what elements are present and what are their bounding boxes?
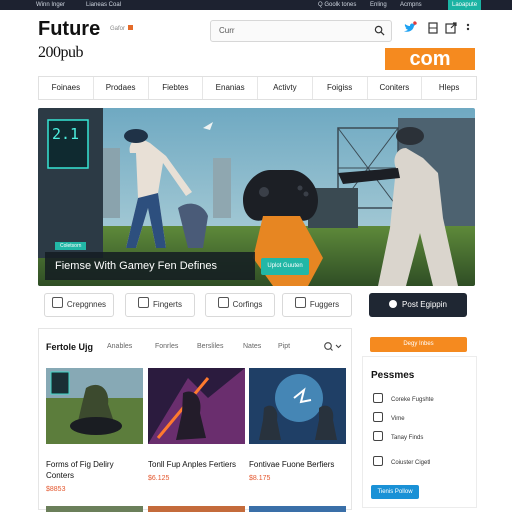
search-dropdown-icon[interactable]	[323, 341, 343, 352]
subnav-label-3: Corfings	[232, 300, 263, 309]
next-card-image-3[interactable]	[249, 506, 346, 512]
header-badge: Gafor	[110, 25, 134, 32]
twitter-icon[interactable]	[403, 21, 417, 35]
sidebar-item-label: Tanay Finds	[391, 435, 424, 441]
bookmark-icon[interactable]	[426, 21, 440, 35]
product-image-1[interactable]	[46, 368, 143, 444]
sidebar-item-label: Coreke Fugshte	[391, 397, 434, 403]
product-card-1[interactable]: Forms of Fig Deliry Conters $8853	[46, 368, 143, 498]
sidebar-item-icon	[373, 393, 383, 403]
products-tab-1[interactable]: Anables	[107, 343, 132, 350]
pen-icon	[138, 297, 150, 308]
hero-screen-text: 2.1	[52, 125, 80, 143]
topbar-link-2[interactable]: Lianeas Coal	[86, 0, 121, 10]
topbar-tag[interactable]: Laoapute	[448, 0, 482, 10]
sidebar-item-2[interactable]: Vime	[373, 412, 405, 422]
product-title-2[interactable]: Tonll Fup Anples Fertiers	[148, 459, 245, 470]
main-nav: Foinaes Prodaes Fiebtes Enanias Activty …	[38, 76, 477, 100]
product-price-1: $8853	[46, 486, 66, 493]
post-button-label: Post Egippin	[402, 300, 447, 309]
topbar-link-3[interactable]: Q Goolk tones	[318, 0, 356, 10]
products-tab-2[interactable]: Fonrles	[155, 343, 178, 350]
nav-item-5[interactable]: Activty	[258, 77, 313, 99]
share-icon[interactable]	[444, 21, 458, 35]
nav-item-4[interactable]: Enanias	[203, 77, 258, 99]
site-logo-line1[interactable]: Future	[38, 18, 100, 41]
hero-cta-button[interactable]: Uplot Guuten	[261, 258, 309, 275]
nav-item-8[interactable]: Hleps	[422, 77, 476, 99]
product-card-3[interactable]: Fontivae Fuone Berfiers $8.175	[249, 368, 346, 498]
user-icon	[389, 300, 398, 308]
next-card-image-2[interactable]	[148, 506, 245, 512]
subnav-button-4[interactable]: Fuggers	[282, 293, 352, 317]
products-tab-3[interactable]: Bersliles	[197, 343, 223, 350]
products-title: Fertole Ujg	[46, 342, 94, 352]
hero-title[interactable]: Fiemse With Gamey Fen Defines	[55, 260, 217, 272]
sidebar-item-1[interactable]: Coreke Fugshte	[373, 393, 434, 403]
hero-caption: Fiemse With Gamey Fen Defines	[45, 252, 255, 280]
subnav-label-2: Fingerts	[153, 300, 182, 309]
top-strip: Winn Inger Lianeas Coal Q Goolk tones En…	[0, 0, 512, 10]
promo-banner[interactable]: com	[385, 48, 475, 70]
search-box[interactable]: Curr	[210, 20, 392, 42]
sidebar-top-button[interactable]: Degy Inbes	[370, 337, 467, 352]
subnav-button-3[interactable]: Corfings	[205, 293, 275, 317]
sidebar-item-icon	[373, 431, 383, 441]
next-card-image-1[interactable]	[46, 506, 143, 512]
product-title-3[interactable]: Fontivae Fuone Berfiers	[249, 459, 346, 470]
nav-item-1[interactable]: Foinaes	[39, 77, 94, 99]
product-price-3: $8.175	[249, 475, 271, 482]
sidebar-item-3[interactable]: Tanay Finds	[373, 431, 423, 441]
sidebar-item-4[interactable]: Coiuster Cigetl	[373, 456, 430, 466]
sidebar-item-icon	[373, 412, 383, 422]
product-price-2: $6.125	[148, 475, 170, 482]
product-image-3[interactable]	[249, 368, 346, 444]
products-tab-4[interactable]: Nates	[243, 343, 261, 350]
sidebar-heading: Pessmes	[371, 370, 415, 381]
sidebar-item-label: Vime	[391, 416, 405, 422]
gamepad-icon	[294, 297, 306, 308]
hero-tag: Coletsorn	[55, 242, 87, 250]
nav-item-3[interactable]: Fiebtes	[149, 77, 204, 99]
subnav-button-1[interactable]: Crepgnnes	[44, 293, 114, 317]
product-title-1[interactable]: Forms of Fig Deliry Conters	[46, 459, 143, 481]
nav-item-6[interactable]: Foigiss	[313, 77, 368, 99]
site-logo-line2: 200pub	[38, 44, 84, 61]
nav-item-7[interactable]: Coniters	[368, 77, 423, 99]
sidebar-item-label: Coiuster Cigetl	[391, 460, 431, 466]
search-icon[interactable]	[374, 25, 385, 36]
products-tab-5[interactable]: Pipt	[278, 343, 290, 350]
product-image-2[interactable]	[148, 368, 245, 444]
product-card-2[interactable]: Tonll Fup Anples Fertiers $6.125	[148, 368, 245, 498]
search-input[interactable]: Curr	[219, 26, 235, 35]
topbar-link-1[interactable]: Winn Inger	[36, 0, 65, 10]
header-badge-text: Gafor	[110, 26, 126, 32]
sidebar-bottom-button[interactable]: Tienis Pollow	[371, 485, 419, 499]
grid-icon	[51, 297, 63, 308]
badge-dot-icon	[128, 25, 134, 30]
sidebar-item-icon	[373, 456, 383, 466]
card-icon	[217, 297, 229, 308]
nav-item-2[interactable]: Prodaes	[94, 77, 149, 99]
topbar-link-5[interactable]: Acmpns	[400, 0, 422, 10]
post-button[interactable]: Post Egippin	[369, 293, 467, 317]
subnav-button-2[interactable]: Fingerts	[125, 293, 195, 317]
topbar-link-4[interactable]: Enling	[370, 0, 387, 10]
subnav-label-1: Crepgnnes	[66, 300, 107, 309]
subnav-label-4: Fuggers	[309, 300, 340, 309]
more-icon[interactable]	[461, 21, 475, 35]
